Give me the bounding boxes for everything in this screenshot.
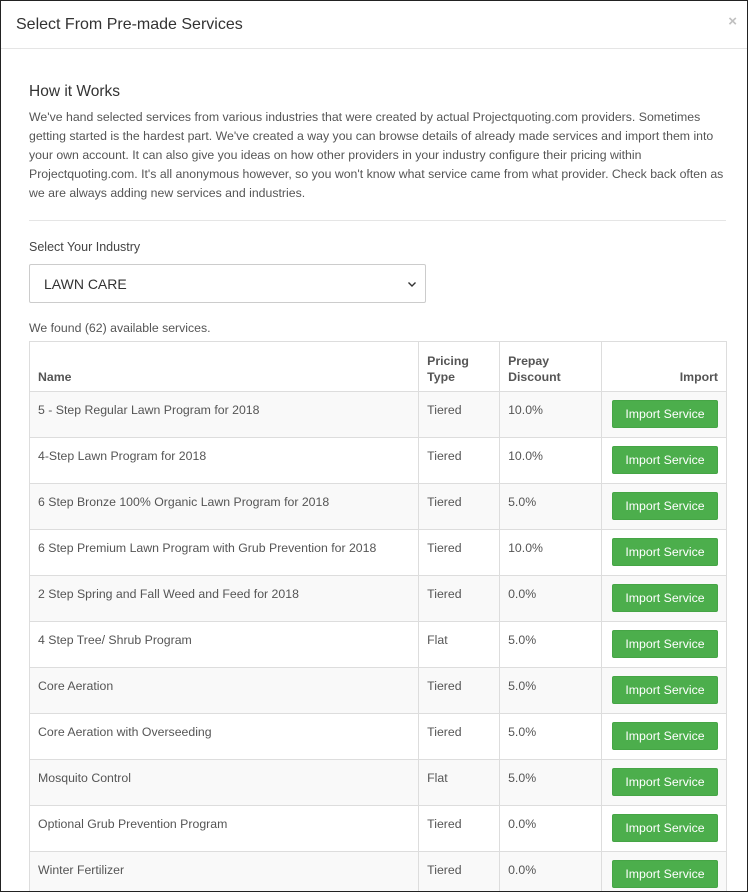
chevron-down-icon [408, 281, 416, 287]
modal-body: How it Works We've hand selected service… [1, 83, 747, 891]
import-cell: Import Service [601, 759, 727, 806]
table-row: 5 - Step Regular Lawn Program for 2018 T… [28, 391, 727, 438]
pricing-type: Tiered [418, 575, 501, 622]
pricing-type: Tiered [418, 667, 501, 714]
import-cell: Import Service [601, 713, 727, 760]
pricing-type: Tiered [418, 851, 501, 891]
column-header-import: Import [601, 341, 727, 392]
pricing-type: Tiered [418, 529, 501, 576]
prepay-discount: 5.0% [499, 621, 602, 668]
import-cell: Import Service [601, 621, 727, 668]
import-service-button[interactable]: Import Service [612, 492, 718, 520]
service-name: 4-Step Lawn Program for 2018 [28, 437, 420, 484]
modal-header: Select From Pre-made Services × [1, 1, 747, 49]
import-service-button[interactable]: Import Service [612, 446, 718, 474]
import-service-button[interactable]: Import Service [612, 676, 718, 704]
import-service-button[interactable]: Import Service [612, 584, 718, 612]
service-name: 4 Step Tree/ Shrub Program [28, 621, 420, 668]
import-cell: Import Service [601, 483, 727, 530]
pricing-type: Tiered [418, 483, 501, 530]
pricing-type: Flat [418, 621, 501, 668]
prepay-discount: 5.0% [499, 713, 602, 760]
import-cell: Import Service [601, 391, 727, 438]
prepay-discount: 5.0% [499, 483, 602, 530]
table-row: Mosquito Control Flat 5.0% Import Servic… [28, 759, 727, 806]
import-cell: Import Service [601, 529, 727, 576]
service-name: Mosquito Control [28, 759, 420, 806]
table-row: Optional Grub Prevention Program Tiered … [28, 805, 727, 852]
industry-select[interactable]: LAWN CARE [29, 264, 426, 303]
pricing-type: Tiered [418, 713, 501, 760]
pricing-type: Tiered [418, 437, 501, 484]
import-cell: Import Service [601, 437, 727, 484]
select-services-modal: Select From Pre-made Services × How it W… [0, 0, 748, 892]
modal-title: Select From Pre-made Services [16, 15, 243, 33]
prepay-header-line2: Discount [508, 370, 561, 384]
prepay-discount: 0.0% [499, 575, 602, 622]
column-header-name: Name [28, 341, 420, 392]
service-name: 6 Step Premium Lawn Program with Grub Pr… [28, 529, 420, 576]
prepay-discount: 10.0% [499, 529, 602, 576]
table-row: Core Aeration with Overseeding Tiered 5.… [28, 713, 727, 760]
prepay-discount: 5.0% [499, 759, 602, 806]
import-service-button[interactable]: Import Service [612, 860, 718, 888]
prepay-discount: 0.0% [499, 805, 602, 852]
services-table: Name Pricing Type Prepay Discount Import… [28, 341, 727, 891]
table-row: 4 Step Tree/ Shrub Program Flat 5.0% Imp… [28, 621, 727, 668]
prepay-discount: 10.0% [499, 437, 602, 484]
service-name: 2 Step Spring and Fall Weed and Feed for… [28, 575, 420, 622]
pricing-type: Flat [418, 759, 501, 806]
prepay-discount: 5.0% [499, 667, 602, 714]
table-header-row: Name Pricing Type Prepay Discount Import [28, 341, 727, 392]
pricing-type: Tiered [418, 391, 501, 438]
import-service-button[interactable]: Import Service [612, 768, 718, 796]
pricing-type: Tiered [418, 805, 501, 852]
prepay-header-line1: Prepay [508, 354, 550, 368]
service-name: 6 Step Bronze 100% Organic Lawn Program … [28, 483, 420, 530]
pricing-type-header-line2: Type [427, 370, 455, 384]
service-name: 5 - Step Regular Lawn Program for 2018 [28, 391, 420, 438]
how-it-works-title: How it Works [29, 83, 121, 100]
import-service-button[interactable]: Import Service [612, 400, 718, 428]
table-row: 6 Step Premium Lawn Program with Grub Pr… [28, 529, 727, 576]
table-body: 5 - Step Regular Lawn Program for 2018 T… [28, 391, 727, 891]
prepay-discount: 0.0% [499, 851, 602, 891]
pricing-type-header-line1: Pricing [427, 354, 469, 368]
import-service-button[interactable]: Import Service [612, 538, 718, 566]
import-service-button[interactable]: Import Service [612, 630, 718, 658]
import-cell: Import Service [601, 667, 727, 714]
table-row: Core Aeration Tiered 5.0% Import Service [28, 667, 727, 714]
import-service-button[interactable]: Import Service [612, 722, 718, 750]
import-service-button[interactable]: Import Service [612, 814, 718, 842]
industry-selected-value: LAWN CARE [44, 275, 127, 292]
industry-label: Select Your Industry [29, 240, 141, 254]
table-row: Winter Fertilizer Tiered 0.0% Import Ser… [28, 851, 727, 891]
column-header-pricing-type: Pricing Type [418, 341, 501, 392]
divider [29, 220, 726, 221]
import-cell: Import Service [601, 851, 727, 891]
service-name: Core Aeration with Overseeding [28, 713, 420, 760]
results-count-text: We found (62) available services. [29, 321, 211, 335]
service-name: Winter Fertilizer [28, 851, 420, 891]
column-header-prepay-discount: Prepay Discount [499, 341, 602, 392]
how-it-works-text: We've hand selected services from variou… [29, 110, 724, 200]
service-name: Core Aeration [28, 667, 420, 714]
table-row: 6 Step Bronze 100% Organic Lawn Program … [28, 483, 727, 530]
import-cell: Import Service [601, 805, 727, 852]
table-row: 2 Step Spring and Fall Weed and Feed for… [28, 575, 727, 622]
table-row: 4-Step Lawn Program for 2018 Tiered 10.0… [28, 437, 727, 484]
close-icon[interactable]: × [728, 14, 737, 29]
import-cell: Import Service [601, 575, 727, 622]
prepay-discount: 10.0% [499, 391, 602, 438]
service-name: Optional Grub Prevention Program [28, 805, 420, 852]
